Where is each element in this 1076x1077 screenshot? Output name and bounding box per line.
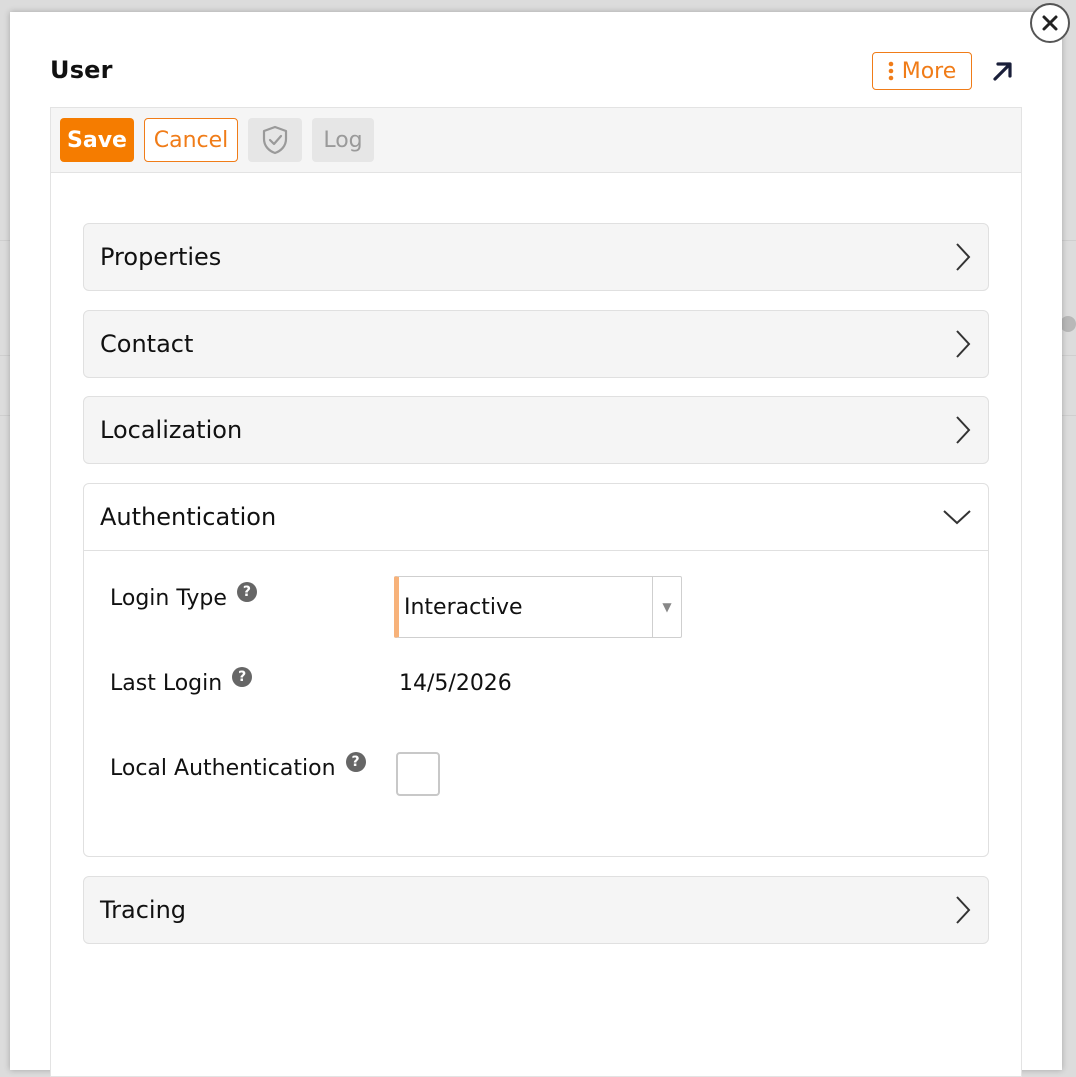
last-login-field: Last Login ? xyxy=(110,666,253,696)
close-icon xyxy=(1042,15,1058,31)
log-button[interactable]: Log xyxy=(312,118,374,162)
chevron-down-icon xyxy=(943,510,971,525)
help-icon[interactable]: ? xyxy=(232,666,253,687)
section-title: Properties xyxy=(100,243,222,271)
help-icon[interactable]: ? xyxy=(236,581,257,602)
section-tracing-header[interactable]: Tracing xyxy=(84,877,988,943)
section-authentication: Authentication Login Type ? Interactive … xyxy=(83,483,989,857)
close-button[interactable] xyxy=(1030,3,1070,43)
local-authentication-checkbox[interactable] xyxy=(396,752,440,796)
kebab-icon xyxy=(888,61,894,81)
login-type-label: Login Type xyxy=(110,586,227,611)
more-button[interactable]: More xyxy=(872,52,972,90)
chevron-right-icon xyxy=(956,416,971,444)
section-title: Authentication xyxy=(100,503,277,531)
section-localization: Localization xyxy=(83,396,989,464)
dialog-title: User xyxy=(50,56,113,84)
toolbar: Save Cancel Log xyxy=(51,108,1021,173)
local-authentication-field: Local Authentication ? xyxy=(110,751,366,781)
local-authentication-label: Local Authentication xyxy=(110,756,336,781)
cancel-button[interactable]: Cancel xyxy=(144,118,238,162)
section-contact-header[interactable]: Contact xyxy=(84,311,988,377)
section-title: Localization xyxy=(100,416,243,444)
last-login-label: Last Login xyxy=(110,671,223,696)
section-localization-header[interactable]: Localization xyxy=(84,397,988,463)
login-type-field: Login Type ? xyxy=(110,581,257,611)
section-authentication-header[interactable]: Authentication xyxy=(84,484,988,551)
dropdown-arrow-icon: ▼ xyxy=(652,577,681,637)
open-full-page-button[interactable] xyxy=(988,58,1016,86)
login-type-select[interactable]: Interactive ▼ xyxy=(394,576,682,638)
login-type-value: Interactive xyxy=(404,594,523,620)
section-title: Contact xyxy=(100,330,194,358)
shield-check-icon xyxy=(262,125,288,155)
user-dialog: User More Save Cancel Log Properties Con… xyxy=(10,12,1062,1077)
help-icon[interactable]: ? xyxy=(345,751,366,772)
section-properties-header[interactable]: Properties xyxy=(84,224,988,290)
permissions-button[interactable] xyxy=(248,118,302,162)
arrow-up-right-icon xyxy=(993,62,1012,81)
more-label: More xyxy=(901,58,957,84)
section-title: Tracing xyxy=(100,896,187,924)
chevron-right-icon xyxy=(956,330,971,358)
chevron-right-icon xyxy=(956,243,971,271)
chevron-right-icon xyxy=(956,896,971,924)
last-login-value: 14/5/2026 xyxy=(399,671,512,696)
save-button[interactable]: Save xyxy=(60,118,134,162)
section-properties: Properties xyxy=(83,223,989,291)
form-panel: Save Cancel Log Properties Contact Local… xyxy=(50,107,1022,1077)
section-tracing: Tracing xyxy=(83,876,989,944)
section-contact: Contact xyxy=(83,310,989,378)
background-help-icon xyxy=(1060,316,1076,332)
authentication-body: Login Type ? Interactive ▼ Last Login ? … xyxy=(84,551,988,857)
